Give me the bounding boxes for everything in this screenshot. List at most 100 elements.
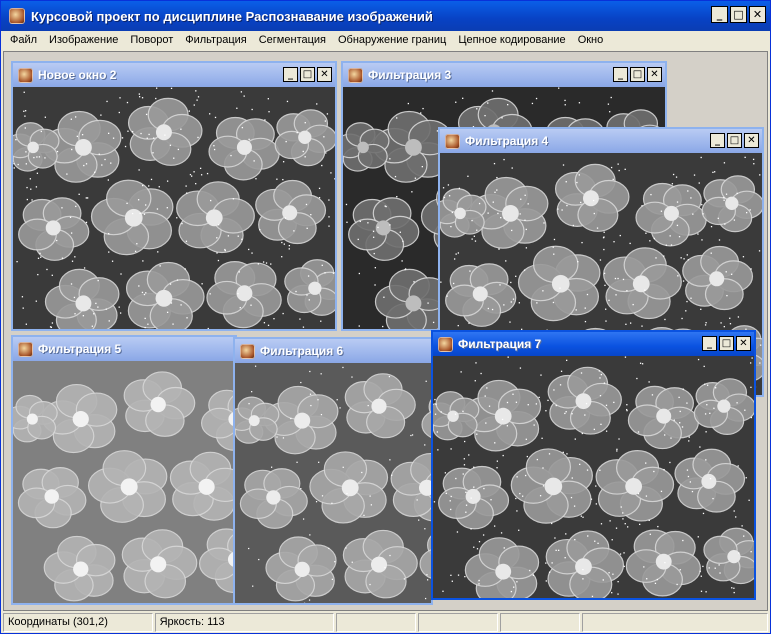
menu-window[interactable]: Окно: [572, 31, 610, 50]
noise-pixel: [445, 492, 447, 495]
flower-app-icon[interactable]: [9, 8, 25, 24]
flower-center: [75, 295, 92, 312]
flower-center: [298, 130, 312, 144]
flower-center: [124, 208, 143, 227]
close-button[interactable]: ✕: [744, 133, 759, 148]
noise-pixel: [238, 271, 240, 273]
noise-pixel: [616, 450, 618, 452]
noise-pixel: [74, 313, 76, 315]
noise-pixel: [491, 90, 494, 92]
noise-pixel: [170, 302, 173, 304]
noise-pixel: [749, 209, 751, 211]
flower-center: [575, 558, 592, 576]
child-title-bar[interactable]: Фильтрация 7 _ □ ✕: [433, 332, 754, 356]
close-button[interactable]: ✕: [317, 67, 332, 82]
maximize-button[interactable]: □: [730, 6, 747, 23]
noise-pixel: [126, 101, 129, 104]
noise-pixel: [650, 193, 652, 196]
child-window-filter-6[interactable]: Фильтрация 6: [233, 337, 433, 605]
child-title: Новое окно 2: [38, 68, 117, 82]
noise-pixel: [515, 275, 517, 277]
minimize-button[interactable]: _: [702, 336, 717, 351]
noise-pixel: [705, 459, 707, 461]
flower-app-icon[interactable]: [240, 343, 255, 359]
menu-image[interactable]: Изображение: [43, 31, 124, 50]
noise-pixel: [302, 326, 305, 328]
noise-pixel: [434, 398, 436, 401]
noise-pixel: [455, 253, 457, 255]
noise-pixel: [623, 552, 625, 554]
noise-pixel: [455, 101, 457, 103]
noise-pixel: [648, 381, 650, 383]
maximize-button[interactable]: □: [727, 133, 742, 148]
noise-pixel: [646, 578, 648, 580]
noise-pixel: [686, 402, 688, 404]
noise-pixel: [137, 199, 140, 201]
noise-pixel: [35, 186, 38, 188]
flower-app-icon[interactable]: [18, 341, 33, 357]
minimize-button[interactable]: _: [613, 67, 628, 82]
noise-pixel: [746, 211, 748, 214]
menu-rotate[interactable]: Поворот: [124, 31, 179, 50]
noise-pixel: [339, 407, 341, 409]
flower-image[interactable]: [235, 363, 431, 603]
noise-pixel: [460, 371, 462, 373]
noise-pixel: [334, 178, 335, 180]
minimize-button[interactable]: _: [283, 67, 298, 82]
menu-chain-coding[interactable]: Цепное кодирование: [452, 31, 571, 50]
child-title-bar[interactable]: Фильтрация 3 _ □ ✕: [343, 63, 665, 87]
menu-filter[interactable]: Фильтрация: [179, 31, 252, 50]
noise-pixel: [605, 320, 607, 322]
flower-app-icon[interactable]: [348, 67, 363, 83]
child-title-bar[interactable]: Новое окно 2 _ □ ✕: [13, 63, 335, 87]
child-title-bar[interactable]: Фильтрация 5: [13, 337, 235, 361]
noise-pixel: [24, 110, 27, 112]
flower-image[interactable]: [13, 87, 335, 329]
child-window-new-window-2[interactable]: Новое окно 2 _ □ ✕: [11, 61, 337, 331]
maximize-button[interactable]: □: [300, 67, 315, 82]
flower-image[interactable]: [433, 356, 754, 598]
noise-pixel: [25, 163, 27, 165]
noise-pixel: [693, 174, 696, 176]
noise-pixel: [374, 284, 376, 286]
noise-pixel: [619, 553, 622, 555]
menu-edge-detection[interactable]: Обнаружение границ: [332, 31, 452, 50]
close-button[interactable]: ✕: [647, 67, 662, 82]
noise-pixel: [169, 144, 172, 146]
close-button[interactable]: ✕: [749, 6, 766, 23]
noise-pixel: [577, 260, 579, 263]
noise-pixel: [688, 436, 690, 438]
noise-pixel: [31, 199, 33, 201]
maximize-button[interactable]: □: [630, 67, 645, 82]
flower-app-icon[interactable]: [438, 336, 453, 352]
noise-pixel: [692, 213, 694, 215]
menu-file[interactable]: Файл: [4, 31, 43, 50]
close-button[interactable]: ✕: [736, 336, 751, 351]
noise-pixel: [524, 474, 527, 477]
noise-pixel: [173, 157, 175, 159]
app-title-bar[interactable]: Курсовой проект по дисциплине Распознава…: [1, 1, 770, 31]
noise-pixel: [374, 267, 377, 269]
noise-pixel: [248, 547, 250, 550]
flower-image[interactable]: [13, 361, 235, 603]
child-title-bar[interactable]: Фильтрация 6: [235, 339, 431, 363]
minimize-button[interactable]: _: [711, 6, 728, 23]
noise-pixel: [210, 199, 212, 202]
maximize-button[interactable]: □: [719, 336, 734, 351]
noise-pixel: [725, 271, 727, 273]
flower-app-icon[interactable]: [445, 133, 460, 149]
noise-pixel: [422, 107, 424, 110]
minimize-button[interactable]: _: [710, 133, 725, 148]
noise-pixel: [462, 473, 464, 475]
noise-pixel: [612, 573, 614, 575]
noise-pixel: [473, 486, 475, 488]
menu-segmentation[interactable]: Сегментация: [253, 31, 332, 50]
noise-pixel: [513, 586, 515, 588]
child-title-bar[interactable]: Фильтрация 4 _ □ ✕: [440, 129, 762, 153]
noise-pixel: [346, 221, 348, 223]
flower-app-icon[interactable]: [18, 67, 33, 83]
noise-pixel: [519, 367, 522, 369]
child-window-filter-7[interactable]: Фильтрация 7 _ □ ✕: [431, 330, 756, 600]
noise-pixel: [17, 163, 19, 166]
child-window-filter-5[interactable]: Фильтрация 5: [11, 335, 237, 605]
